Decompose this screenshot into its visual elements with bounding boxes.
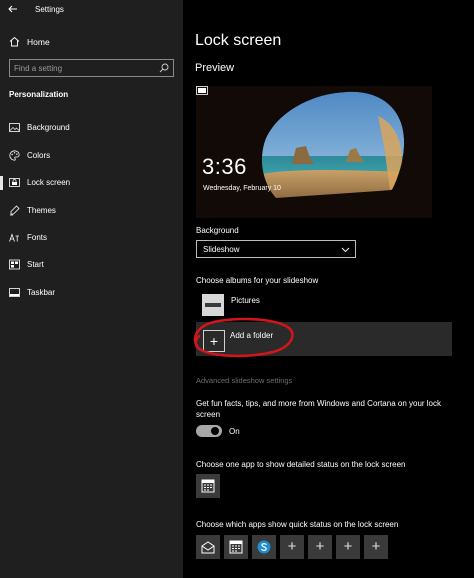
- quick-status-label: Choose which apps show quick status on t…: [196, 520, 399, 529]
- sidebar-item-lock-screen[interactable]: Lock screen: [0, 172, 183, 194]
- mail-icon: [201, 541, 215, 554]
- title-bar: Settings: [0, 0, 183, 20]
- advanced-slideshow-settings-link[interactable]: Advanced slideshow settings: [196, 376, 292, 385]
- album-item-pictures[interactable]: Pictures: [196, 294, 396, 318]
- taskbar-icon: [9, 288, 20, 297]
- calendar-icon: [229, 540, 243, 554]
- sidebar-item-taskbar[interactable]: Taskbar: [0, 282, 183, 304]
- sidebar-item-fonts[interactable]: Fonts: [0, 227, 183, 249]
- calendar-icon: [201, 479, 215, 493]
- picture-icon: [9, 123, 20, 132]
- skype-icon: [257, 540, 271, 554]
- sidebar-item-label: Start: [27, 260, 44, 269]
- main-content: Lock screen Preview 3:36 Wednesday, Febr…: [183, 0, 474, 578]
- back-arrow-icon: [8, 5, 17, 13]
- lock-screen-icon: [9, 178, 20, 187]
- back-button[interactable]: [6, 3, 20, 17]
- preview-date: Wednesday, February 10: [203, 185, 281, 192]
- plus-icon: +: [209, 333, 219, 349]
- toggle-state-label: On: [229, 427, 240, 436]
- preview-time: 3:36: [202, 154, 247, 179]
- background-label: Background: [196, 226, 239, 235]
- active-indicator: [0, 176, 3, 190]
- palette-icon: [9, 150, 20, 161]
- add-folder-button[interactable]: + Add a folder: [196, 322, 452, 356]
- start-icon: [9, 259, 20, 270]
- quick-status-calendar[interactable]: [224, 535, 248, 559]
- sidebar-item-label: Background: [27, 123, 70, 132]
- app-title: Settings: [35, 5, 64, 14]
- quick-status-add-slot-2[interactable]: +: [308, 535, 332, 559]
- page-title: Lock screen: [195, 32, 282, 49]
- plus-icon: +: [343, 538, 353, 555]
- sidebar-item-label: Fonts: [27, 233, 48, 242]
- fonts-icon: [9, 233, 19, 242]
- search-icon[interactable]: [159, 63, 169, 73]
- sidebar: Settings Home Personalization Background…: [0, 0, 183, 578]
- sidebar-item-label: Themes: [27, 206, 56, 215]
- add-folder-label: Add a folder: [230, 331, 274, 340]
- sidebar-item-label: Lock screen: [27, 178, 71, 187]
- background-dropdown-value: Slideshow: [203, 245, 240, 254]
- search-box[interactable]: [9, 59, 174, 77]
- search-input[interactable]: [14, 62, 154, 74]
- sidebar-item-start[interactable]: Start: [0, 254, 183, 276]
- sidebar-item-themes[interactable]: Themes: [0, 200, 183, 222]
- fun-facts-label: Get fun facts, tips, and more from Windo…: [196, 399, 441, 419]
- sidebar-item-colors[interactable]: Colors: [0, 145, 183, 167]
- detailed-status-label: Choose one app to show detailed status o…: [196, 460, 406, 469]
- albums-label: Choose albums for your slideshow: [196, 276, 319, 285]
- folder-icon: [202, 294, 224, 316]
- sidebar-item-background[interactable]: Background: [0, 117, 183, 139]
- add-folder-tile: +: [203, 330, 225, 352]
- lock-screen-preview: 3:36 Wednesday, February 10: [196, 86, 432, 218]
- sidebar-item-label: Home: [27, 37, 50, 47]
- sidebar-item-label: Taskbar: [27, 288, 56, 297]
- home-icon: [9, 36, 20, 47]
- fun-facts-toggle[interactable]: [196, 425, 222, 437]
- detailed-status-app-button[interactable]: [196, 474, 220, 498]
- quick-status-skype[interactable]: [252, 535, 276, 559]
- chevron-down-icon: [341, 247, 350, 253]
- quick-status-add-slot-4[interactable]: +: [364, 535, 388, 559]
- background-dropdown[interactable]: Slideshow: [196, 240, 356, 258]
- preview-heading: Preview: [195, 62, 235, 74]
- sidebar-item-label: Colors: [27, 151, 51, 160]
- themes-icon: [10, 205, 20, 216]
- quick-status-mail[interactable]: [196, 535, 220, 559]
- quick-status-add-slot-1[interactable]: +: [280, 535, 304, 559]
- preview-background-image: [196, 86, 432, 218]
- album-label: Pictures: [231, 296, 260, 305]
- quick-status-add-slot-3[interactable]: +: [336, 535, 360, 559]
- plus-icon: +: [315, 538, 325, 555]
- sidebar-item-home[interactable]: Home: [0, 32, 183, 52]
- section-title: Personalization: [9, 90, 69, 99]
- slideshow-media-icon: [196, 86, 208, 95]
- plus-icon: +: [371, 538, 381, 555]
- toggle-knob: [211, 427, 219, 435]
- plus-icon: +: [287, 538, 297, 555]
